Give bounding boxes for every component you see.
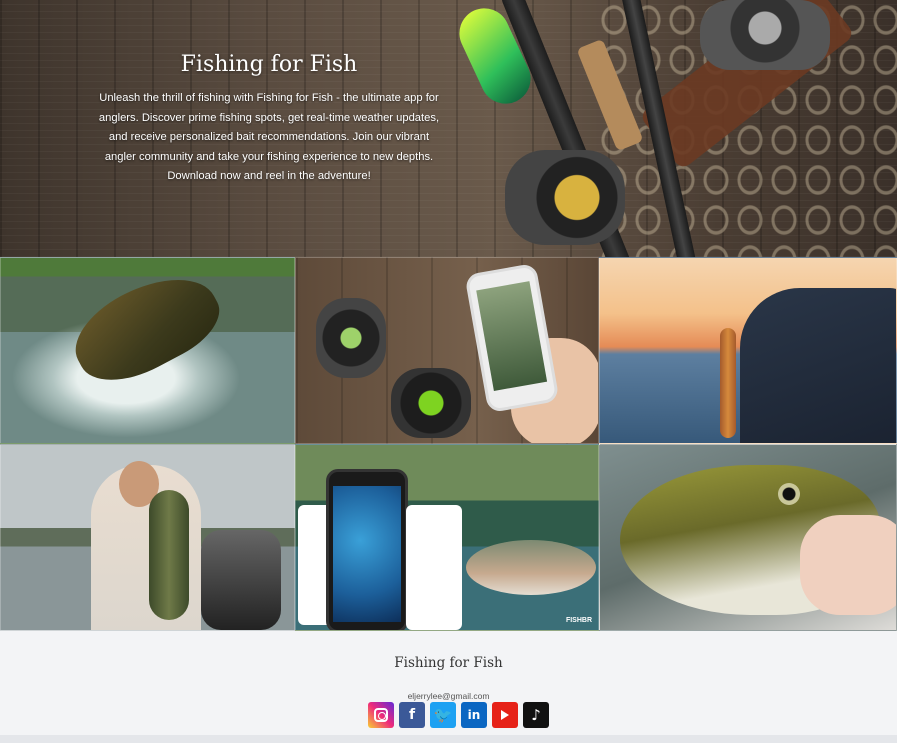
app-screen-right bbox=[406, 505, 462, 630]
instagram-glyph bbox=[374, 708, 388, 722]
twitter-icon[interactable]: 🐦 bbox=[430, 702, 456, 728]
site-footer: Fishing for Fish eljerrylee@gmail.com f … bbox=[0, 631, 897, 735]
play-glyph bbox=[501, 710, 509, 720]
boat-seat-image bbox=[201, 530, 281, 630]
hand-image bbox=[800, 515, 896, 615]
bass-jumping-photo[interactable] bbox=[0, 257, 295, 444]
phone-app-image bbox=[464, 262, 560, 414]
linkedin-icon[interactable]: in bbox=[461, 702, 487, 728]
photo-gallery: FISHBR bbox=[0, 257, 897, 631]
spinning-reel-decoration bbox=[700, 0, 830, 70]
facebook-icon[interactable]: f bbox=[399, 702, 425, 728]
reels-and-app-phone-photo[interactable] bbox=[295, 257, 599, 444]
sunset-pike-catch-photo[interactable] bbox=[599, 257, 897, 444]
pike-fish-image bbox=[720, 328, 736, 438]
walleye-eye bbox=[778, 483, 800, 505]
walleye-closeup-photo[interactable] bbox=[599, 444, 897, 631]
angler-with-bass-photo[interactable] bbox=[0, 444, 295, 631]
footer-email[interactable]: eljerrylee@gmail.com bbox=[0, 691, 897, 701]
hero-description: Unleash the thrill of fishing with Fishi… bbox=[98, 92, 440, 182]
app-screens-image bbox=[326, 469, 408, 630]
hero-banner: Fishing for Fish Unleash the thrill of f… bbox=[0, 0, 897, 257]
page-bottom-strip bbox=[0, 735, 897, 743]
reel-image bbox=[316, 298, 386, 378]
map-screen bbox=[333, 486, 401, 622]
bass-fish-image bbox=[149, 490, 189, 620]
tiktok-icon[interactable]: ♪ bbox=[523, 702, 549, 728]
baitcaster-reel-decoration bbox=[505, 150, 625, 245]
instagram-icon[interactable] bbox=[368, 702, 394, 728]
footer-title: Fishing for Fish bbox=[394, 655, 503, 671]
trout-image bbox=[466, 540, 596, 595]
phone-screen bbox=[476, 281, 548, 391]
youtube-icon[interactable] bbox=[492, 702, 518, 728]
brand-watermark: FISHBR bbox=[565, 617, 592, 624]
app-screens-and-trout-photo[interactable]: FISHBR bbox=[295, 444, 599, 631]
social-links: f 🐦 in ♪ bbox=[368, 702, 549, 728]
page: Fishing for Fish Unleash the thrill of f… bbox=[0, 0, 897, 743]
reel-image bbox=[391, 368, 471, 438]
angler-arm-image bbox=[740, 288, 896, 443]
hero-title: Fishing for Fish bbox=[180, 52, 358, 77]
hero-text-block: Fishing for Fish Unleash the thrill of f… bbox=[96, 52, 442, 187]
